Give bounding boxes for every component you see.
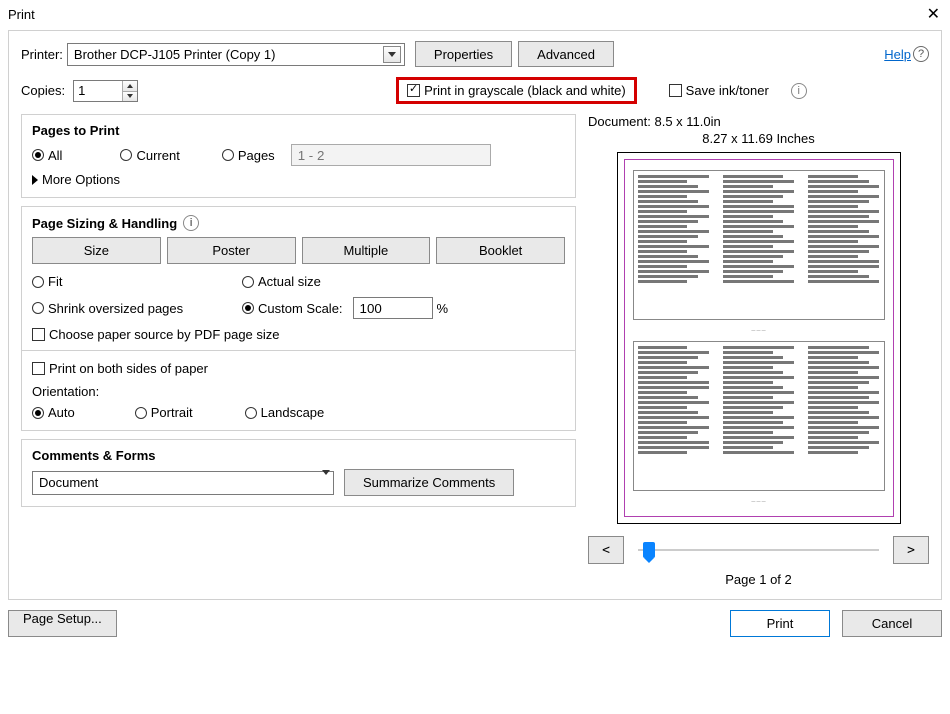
printer-selected-value: Brother DCP-J105 Printer (Copy 1)	[74, 47, 276, 62]
radio-fit[interactable]	[32, 276, 44, 288]
copies-label: Copies:	[21, 83, 65, 98]
duplex-checkbox[interactable]	[32, 362, 45, 375]
saveink-checkbox[interactable]	[669, 84, 682, 97]
radio-all-label: All	[48, 148, 62, 163]
triangle-down-icon	[127, 94, 133, 98]
preview-column: Document: 8.5 x 11.0in 8.27 x 11.69 Inch…	[588, 114, 929, 587]
radio-actual-label: Actual size	[258, 274, 321, 289]
info-icon[interactable]: i	[791, 83, 807, 99]
radio-orient-auto[interactable]	[32, 407, 44, 419]
chevron-down-icon	[383, 46, 401, 63]
triangle-up-icon	[127, 84, 133, 88]
mode-booklet-button[interactable]: Booklet	[436, 237, 565, 264]
page-setup-button[interactable]: Page Setup...	[8, 610, 117, 637]
sizing-title: Page Sizing & Handling	[32, 216, 177, 231]
help-link[interactable]: Help	[884, 47, 911, 62]
custom-scale-input[interactable]	[353, 297, 433, 319]
cancel-button[interactable]: Cancel	[842, 610, 942, 637]
document-dimensions-label: Document: 8.5 x 11.0in	[588, 114, 721, 129]
radio-custom-scale[interactable]	[242, 302, 254, 314]
grayscale-checkbox[interactable]	[407, 84, 420, 97]
paper-source-checkbox[interactable]	[32, 328, 45, 341]
paper-source-label: Choose paper source by PDF page size	[49, 327, 280, 342]
mode-size-button[interactable]: Size	[32, 237, 161, 264]
copies-spin-down[interactable]	[123, 91, 137, 101]
scale-unit-label: %	[437, 301, 449, 316]
page-counter-label: Page 1 of 2	[725, 572, 792, 587]
pages-to-print-panel: Pages to Print All Current Pages More Op…	[21, 114, 576, 198]
comments-selected-value: Document	[39, 475, 98, 490]
radio-shrink-label: Shrink oversized pages	[48, 301, 183, 316]
sizing-panel: Page Sizing & Handling i Size Poster Mul…	[21, 206, 576, 431]
print-button[interactable]: Print	[730, 610, 830, 637]
dialog-body: Printer: Brother DCP-J105 Printer (Copy …	[8, 30, 942, 600]
pages-range-input[interactable]	[291, 144, 491, 166]
comments-title: Comments & Forms	[32, 448, 565, 463]
duplex-label: Print on both sides of paper	[49, 361, 208, 376]
radio-actual[interactable]	[242, 276, 254, 288]
more-options-toggle[interactable]: More Options	[32, 172, 565, 187]
mode-multiple-button[interactable]: Multiple	[302, 237, 431, 264]
preview-prev-button[interactable]: <	[588, 536, 624, 564]
radio-shrink[interactable]	[32, 302, 44, 314]
radio-pages[interactable]	[222, 149, 234, 161]
copies-spin-up[interactable]	[123, 81, 137, 91]
triangle-right-icon	[32, 175, 38, 185]
radio-orient-landscape-label: Landscape	[261, 405, 325, 420]
radio-orient-portrait-label: Portrait	[151, 405, 193, 420]
radio-orient-landscape[interactable]	[245, 407, 257, 419]
orientation-label: Orientation:	[32, 384, 565, 399]
radio-current[interactable]	[120, 149, 132, 161]
grayscale-highlight: Print in grayscale (black and white)	[396, 77, 637, 104]
copies-input[interactable]	[73, 80, 138, 102]
printer-select[interactable]: Brother DCP-J105 Printer (Copy 1)	[67, 43, 405, 66]
radio-orient-auto-label: Auto	[48, 405, 75, 420]
more-options-label: More Options	[42, 172, 120, 187]
radio-current-label: Current	[136, 148, 179, 163]
paper-dimensions-label: 8.27 x 11.69 Inches	[702, 131, 815, 146]
preview-slider[interactable]	[638, 549, 879, 551]
properties-button[interactable]: Properties	[415, 41, 512, 67]
radio-fit-label: Fit	[48, 274, 62, 289]
radio-pages-label: Pages	[238, 148, 275, 163]
chevron-down-icon	[322, 475, 330, 490]
sizing-info-icon[interactable]: i	[183, 215, 199, 231]
advanced-button[interactable]: Advanced	[518, 41, 614, 67]
preview-caption-2: — — —	[633, 499, 885, 504]
saveink-label: Save ink/toner	[686, 83, 769, 98]
comments-panel: Comments & Forms Document Summarize Comm…	[21, 439, 576, 507]
print-preview: — — —	[617, 152, 901, 524]
mode-poster-button[interactable]: Poster	[167, 237, 296, 264]
dialog-title: Print	[8, 7, 35, 22]
summarize-comments-button[interactable]: Summarize Comments	[344, 469, 514, 496]
copies-field[interactable]	[74, 81, 122, 101]
close-icon[interactable]: ✕	[927, 4, 940, 24]
radio-orient-portrait[interactable]	[135, 407, 147, 419]
printer-label: Printer:	[21, 47, 63, 62]
grayscale-label: Print in grayscale (black and white)	[424, 83, 626, 98]
help-icon[interactable]: ?	[913, 46, 929, 62]
radio-all[interactable]	[32, 149, 44, 161]
pages-to-print-title: Pages to Print	[32, 123, 565, 138]
slider-thumb-icon[interactable]	[643, 542, 655, 558]
preview-caption-1: — — —	[633, 328, 885, 333]
radio-custom-scale-label: Custom Scale:	[258, 301, 343, 316]
comments-select[interactable]: Document	[32, 471, 334, 495]
preview-next-button[interactable]: >	[893, 536, 929, 564]
